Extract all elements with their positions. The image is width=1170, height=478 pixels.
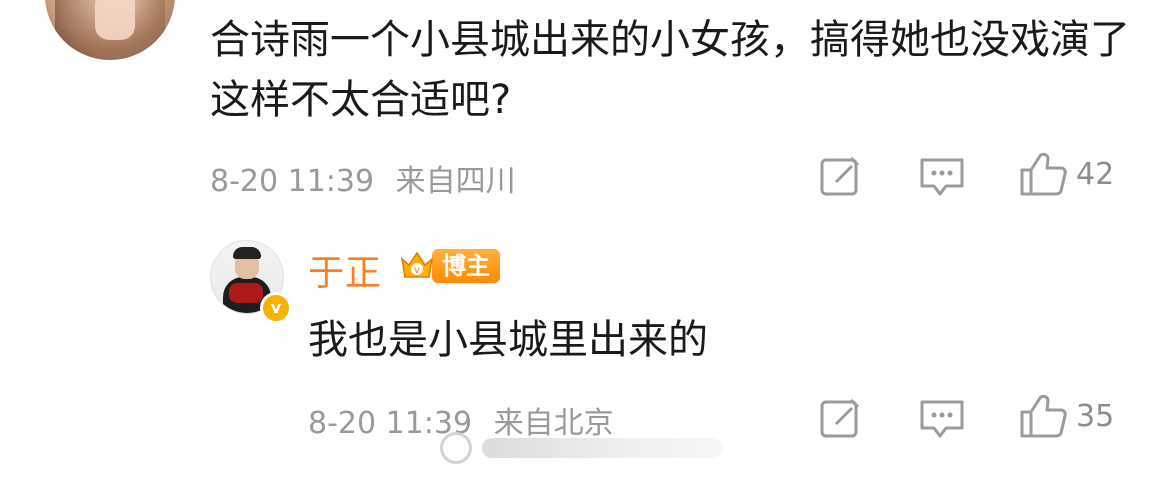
reply-comment-button[interactable] [918, 396, 966, 440]
comment-button[interactable] [918, 154, 966, 198]
share-icon [820, 398, 860, 438]
comment-location: 来自四川 [395, 164, 516, 199]
avatar-scarf [229, 283, 263, 303]
like-count: 42 [1076, 156, 1115, 192]
avatar-hand [95, 0, 135, 40]
reply-like-count: 35 [1076, 398, 1115, 434]
comment-date: 8-20 11:39 [210, 164, 375, 199]
comment-icon [920, 400, 964, 438]
svg-text:v: v [414, 265, 420, 276]
watermark-logo-icon [440, 432, 472, 464]
comment-icon [920, 158, 964, 196]
crown-icon: v [400, 251, 434, 278]
share-icon [820, 156, 860, 196]
badge-label: 博主 [432, 249, 500, 283]
like-button[interactable]: 42 [1018, 150, 1114, 198]
comment-meta: 8-20 11:39 来自四川 [210, 156, 516, 200]
reply-text: 我也是小县城里出来的 [308, 317, 708, 363]
commenter-avatar[interactable] [45, 0, 175, 60]
thumbs-up-icon [1020, 394, 1067, 438]
reply-share-button[interactable] [818, 396, 862, 440]
avatar-hair [233, 247, 261, 259]
watermark [440, 432, 722, 464]
verified-badge-icon: v [260, 292, 292, 324]
reply-username[interactable]: 于正 [308, 244, 382, 296]
author-badge: v 博主 [398, 246, 500, 286]
comment-text: 合诗雨一个小县城出来的小女孩，搞得她也没戏演了这样不太合适吧? [210, 17, 1130, 123]
watermark-bar [482, 438, 722, 458]
share-button[interactable] [818, 154, 862, 198]
thumbs-up-icon [1020, 152, 1067, 196]
reply-like-button[interactable]: 35 [1018, 392, 1114, 440]
